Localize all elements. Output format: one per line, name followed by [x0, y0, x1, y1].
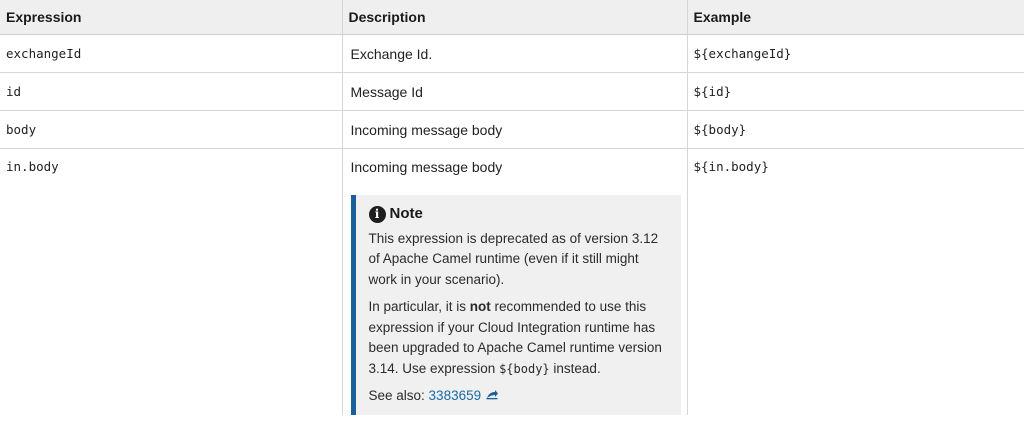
example-cell: ${exchangeId}: [687, 34, 1024, 73]
info-icon: i: [368, 205, 386, 223]
note-title: Note: [389, 205, 423, 222]
note-paragraph-deprecated: This expression is deprecated as of vers…: [368, 230, 659, 287]
see-also-link[interactable]: 3383659: [429, 388, 482, 403]
example-cell: ${id}: [687, 72, 1024, 111]
expressions-table: Expression Description Example exchangeI…: [0, 0, 1024, 415]
column-header-expression: Expression: [0, 0, 343, 35]
external-link-icon[interactable]: [486, 386, 499, 407]
table-header-row: Expression Description Example: [0, 0, 1024, 35]
description-cell: Message Id: [342, 72, 688, 111]
note-see-also: See also: 3383659: [369, 386, 669, 407]
expression-cell: id: [0, 72, 343, 111]
table-row: id Message Id ${id}: [0, 72, 1024, 111]
table-row: exchangeId Exchange Id. ${exchangeId}: [0, 34, 1024, 73]
see-also-label: See also:: [368, 388, 429, 403]
table-row: body Incoming message body ${body}: [0, 110, 1024, 149]
description-cell: Incoming message body: [342, 110, 688, 149]
expression-cell: in.body: [0, 148, 343, 415]
expression-cell: exchangeId: [0, 34, 343, 73]
description-cell: Exchange Id.: [342, 34, 688, 73]
note-text: instead.: [549, 360, 601, 376]
note-paragraph-recommendation: In particular, it is not recommended to …: [369, 297, 669, 379]
deprecation-note: i Note This expression is deprecated as …: [350, 195, 681, 415]
column-header-description: Description: [342, 0, 688, 35]
description-text: Incoming message body: [350, 159, 503, 175]
example-cell: ${in.body}: [693, 159, 769, 174]
table-row: in.body Incoming message body i Note Thi…: [0, 148, 1024, 415]
expression-cell: body: [0, 110, 343, 149]
note-emphasis: not: [469, 299, 491, 314]
note-text: In particular, it is: [368, 299, 470, 314]
description-cell: Incoming message body i Note This expres…: [342, 148, 688, 415]
example-cell: ${body}: [687, 110, 1024, 149]
note-header: i Note: [368, 204, 669, 225]
note-code: ${body}: [499, 361, 550, 376]
column-header-example: Example: [687, 0, 1024, 35]
